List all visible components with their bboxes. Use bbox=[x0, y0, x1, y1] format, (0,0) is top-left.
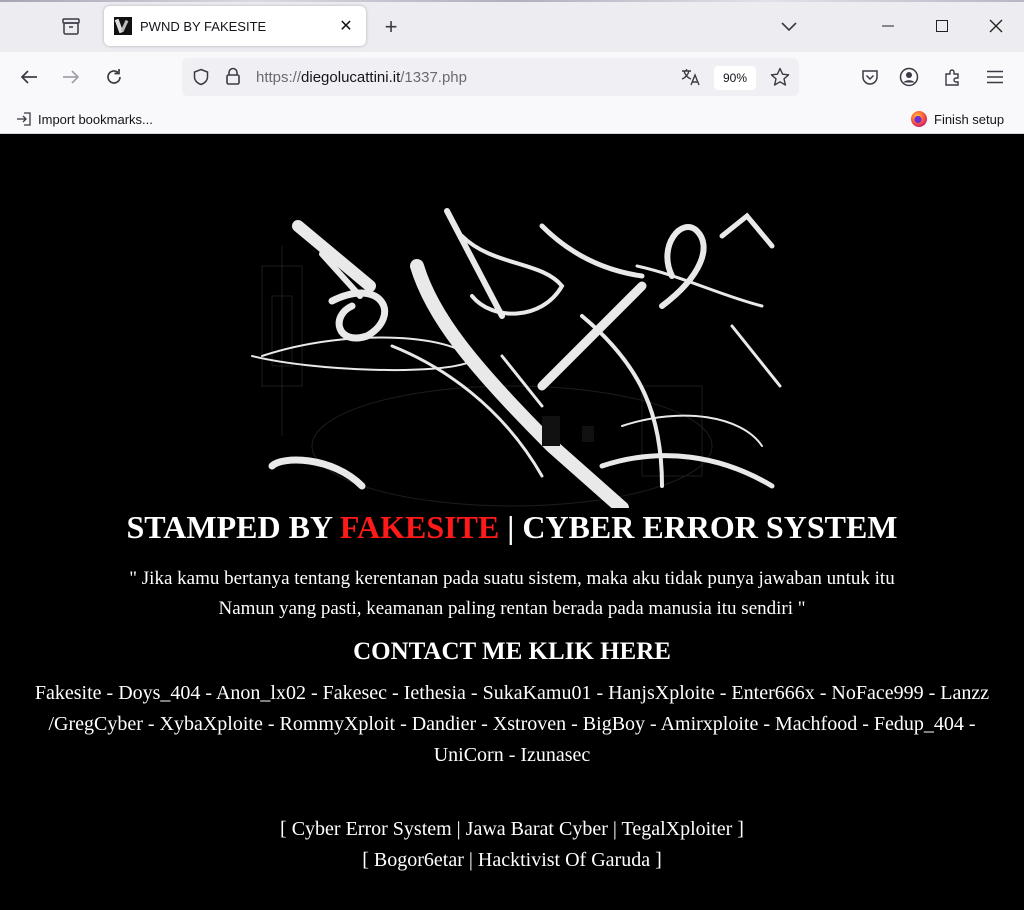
chevron-down-icon bbox=[781, 22, 797, 32]
finish-setup-label: Finish setup bbox=[934, 111, 1005, 127]
page-headline: STAMPED BY FAKESITE | CYBER ERROR SYSTEM bbox=[0, 509, 1024, 546]
account-icon bbox=[899, 67, 919, 87]
pocket-button[interactable] bbox=[855, 62, 885, 92]
hamburger-menu-icon bbox=[987, 70, 1003, 84]
shield-icon[interactable] bbox=[192, 68, 210, 86]
bookmark-star-icon[interactable] bbox=[770, 67, 790, 87]
import-bookmarks-button[interactable]: Import bookmarks... bbox=[16, 108, 153, 130]
lock-icon[interactable] bbox=[225, 67, 241, 86]
navigation-toolbar: https://diegolucattini.it/1337.php 90% bbox=[0, 52, 1024, 102]
contact-link[interactable]: CONTACT ME KLIK HERE bbox=[0, 638, 1024, 666]
close-icon bbox=[989, 19, 1003, 33]
arrow-left-icon bbox=[20, 70, 37, 84]
account-button[interactable] bbox=[894, 62, 924, 92]
import-bookmarks-label: Import bookmarks... bbox=[38, 111, 153, 127]
members-list: Fakesite - Doys_404 - Anon_lx02 - Fakese… bbox=[30, 678, 994, 771]
reload-icon bbox=[107, 69, 121, 84]
reload-button[interactable] bbox=[99, 62, 129, 92]
import-icon bbox=[17, 112, 31, 126]
url-scheme: https:// bbox=[256, 69, 302, 86]
minimize-icon bbox=[882, 25, 894, 27]
url-text[interactable]: https://diegolucattini.it/1337.php bbox=[256, 69, 467, 86]
url-host: diegolucattini.it bbox=[301, 69, 401, 86]
minimize-button[interactable] bbox=[868, 8, 908, 44]
forward-button[interactable] bbox=[56, 62, 86, 92]
back-button[interactable] bbox=[14, 62, 44, 92]
address-bar[interactable]: https://diegolucattini.it/1337.php 90% bbox=[182, 58, 799, 96]
extensions-button[interactable] bbox=[938, 62, 968, 92]
page-viewport: STAMPED BY FAKESITE | CYBER ERROR SYSTEM… bbox=[0, 134, 1024, 910]
bookmarks-toolbar: Import bookmarks... Finish setup bbox=[0, 102, 1024, 134]
url-path: /1337.php bbox=[400, 69, 467, 86]
tab-title: PWND BY FAKESITE bbox=[140, 18, 267, 34]
finish-setup-button[interactable]: Finish setup bbox=[910, 108, 1004, 130]
members-line-1: Fakesite - Doys_404 - Anon_lx02 - Fakese… bbox=[34, 682, 990, 704]
firefox-logo-icon bbox=[911, 111, 927, 127]
quote-line-1: " Jika kamu bertanya tentang kerentanan … bbox=[129, 568, 895, 589]
groups-line-1: [ Cyber Error System | Jawa Barat Cyber … bbox=[280, 818, 744, 840]
groups-line-2: [ Bogor6etar | Hacktivist Of Garuda ] bbox=[362, 849, 662, 871]
quote-line-2: Namun yang pasti, keamanan paling rentan… bbox=[218, 598, 806, 619]
translate-icon[interactable] bbox=[680, 67, 702, 87]
pocket-icon bbox=[862, 69, 878, 85]
zoom-level-badge[interactable]: 90% bbox=[714, 66, 756, 90]
members-line-2: /GregCyber - XybaXploite - RommyXploit -… bbox=[48, 713, 976, 766]
maximize-button[interactable] bbox=[922, 8, 962, 44]
quote-block: " Jika kamu bertanya tentang kerentanan … bbox=[0, 564, 1024, 624]
taskbar-strip bbox=[0, 0, 1024, 2]
close-window-button[interactable] bbox=[976, 8, 1016, 44]
active-tab[interactable]: PWND BY FAKESITE ✕ bbox=[104, 6, 366, 46]
headline-suffix: | CYBER ERROR SYSTEM bbox=[499, 509, 898, 545]
groups-list: [ Cyber Error System | Jawa Barat Cyber … bbox=[0, 814, 1024, 876]
abstract-light-painting-image bbox=[242, 206, 782, 515]
headline-highlight: FAKESITE bbox=[339, 509, 500, 545]
puzzle-icon bbox=[945, 69, 959, 86]
headline-prefix: STAMPED BY bbox=[126, 509, 340, 545]
tab-bar: PWND BY FAKESITE ✕ + bbox=[0, 0, 1024, 52]
app-menu-button[interactable] bbox=[980, 62, 1010, 92]
tab-close-icon[interactable]: ✕ bbox=[334, 14, 358, 38]
tab-overview-button[interactable] bbox=[56, 12, 86, 42]
new-tab-button[interactable]: + bbox=[378, 14, 404, 40]
list-all-tabs-button[interactable] bbox=[776, 14, 802, 40]
tab-overview-icon bbox=[62, 18, 80, 35]
maximize-icon bbox=[936, 20, 948, 32]
site-favicon-icon bbox=[114, 17, 132, 35]
arrow-right-icon bbox=[63, 70, 80, 84]
